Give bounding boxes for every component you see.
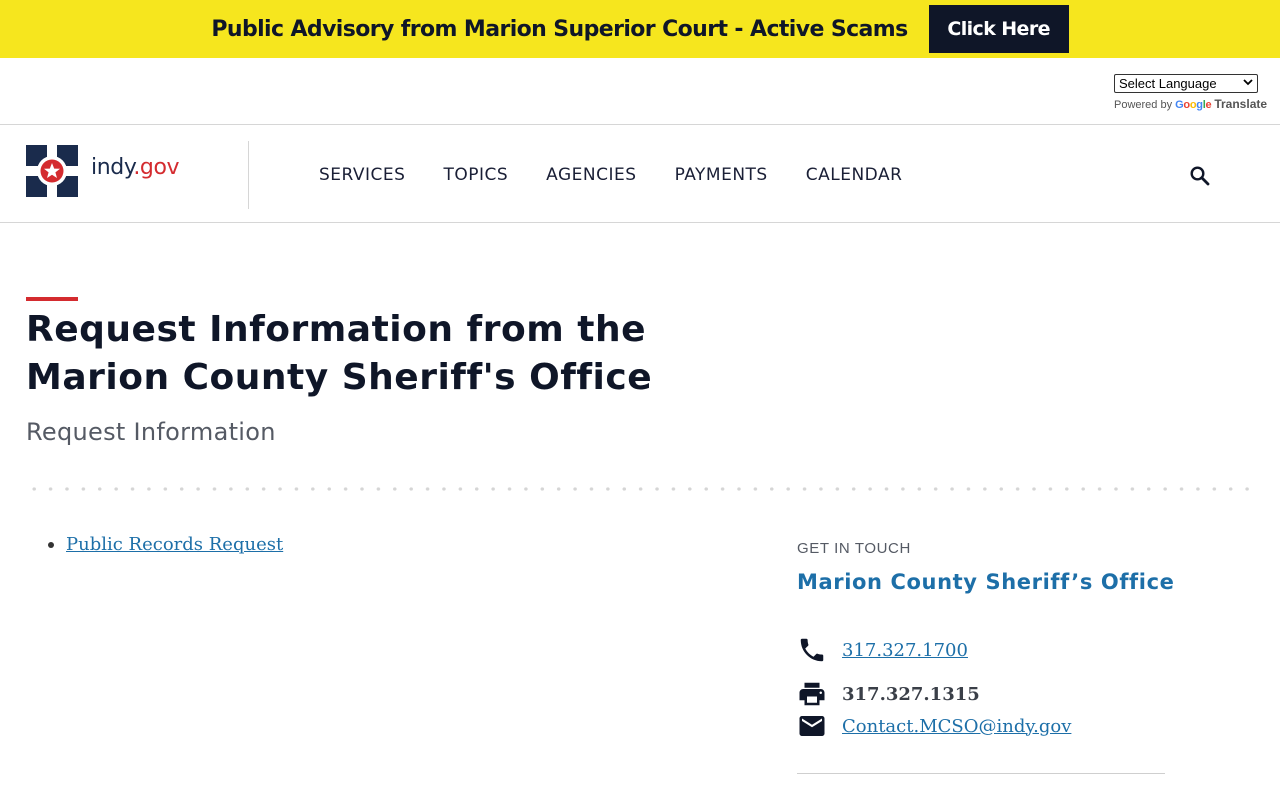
chevron-down-icon (1243, 78, 1253, 89)
advisory-text: Public Advisory from Marion Superior Cou… (211, 16, 908, 42)
indy-gov-logo[interactable]: indy.gov (26, 145, 180, 197)
nav-services[interactable]: SERVICES (319, 165, 405, 185)
list-item: Public Records Request (48, 534, 283, 555)
site-header: indy.gov SERVICES TOPICS AGENCIES PAYMEN… (0, 125, 1280, 223)
advisory-banner: Public Advisory from Marion Superior Cou… (0, 0, 1280, 58)
contact-org-name[interactable]: Marion County Sheriff’s Office (797, 570, 1174, 594)
public-records-request-link[interactable]: Public Records Request (66, 534, 283, 555)
translate-link[interactable]: Translate (1214, 97, 1267, 111)
language-select-value: Select Language (1119, 76, 1217, 91)
contact-fax-row: 317.327.1315 (797, 679, 980, 709)
nav-payments[interactable]: PAYMENTS (675, 165, 768, 185)
powered-by-text: Powered by (1114, 99, 1173, 111)
header-divider (248, 141, 249, 209)
powered-by-google-translate: Powered by Google Translate (1114, 97, 1267, 111)
contact-phone-row: 317.327.1700 (797, 635, 968, 665)
request-links-list: Public Records Request (48, 534, 283, 555)
page-title: Request Information from the Marion Coun… (26, 309, 653, 398)
printer-icon (797, 679, 827, 709)
envelope-icon (797, 711, 827, 741)
main-nav: SERVICES TOPICS AGENCIES PAYMENTS CALEND… (319, 165, 940, 185)
sidebar-divider (797, 773, 1165, 774)
contact-phone-link[interactable]: 317.327.1700 (842, 640, 968, 661)
indy-seal-icon (26, 145, 78, 197)
get-in-touch-label: GET IN TOUCH (797, 540, 911, 557)
advisory-click-here-button[interactable]: Click Here (928, 5, 1069, 53)
nav-topics[interactable]: TOPICS (443, 165, 508, 185)
contact-email-row: Contact.MCSO@indy.gov (797, 711, 1071, 741)
nav-calendar[interactable]: CALENDAR (806, 165, 903, 185)
page-subtitle: Request Information (26, 418, 276, 446)
translate-bar (0, 58, 1280, 125)
search-icon[interactable] (1189, 165, 1211, 187)
logo-wordmark: indy.gov (91, 154, 180, 180)
google-logo: Google (1175, 99, 1212, 111)
contact-fax-number: 317.327.1315 (842, 683, 980, 705)
dotted-divider (26, 487, 1254, 491)
contact-email-link[interactable]: Contact.MCSO@indy.gov (842, 716, 1071, 737)
language-select[interactable]: Select Language (1114, 74, 1258, 93)
bullet (48, 541, 54, 548)
nav-agencies[interactable]: AGENCIES (546, 165, 636, 185)
title-accent-bar (26, 297, 78, 301)
phone-icon (797, 635, 827, 665)
